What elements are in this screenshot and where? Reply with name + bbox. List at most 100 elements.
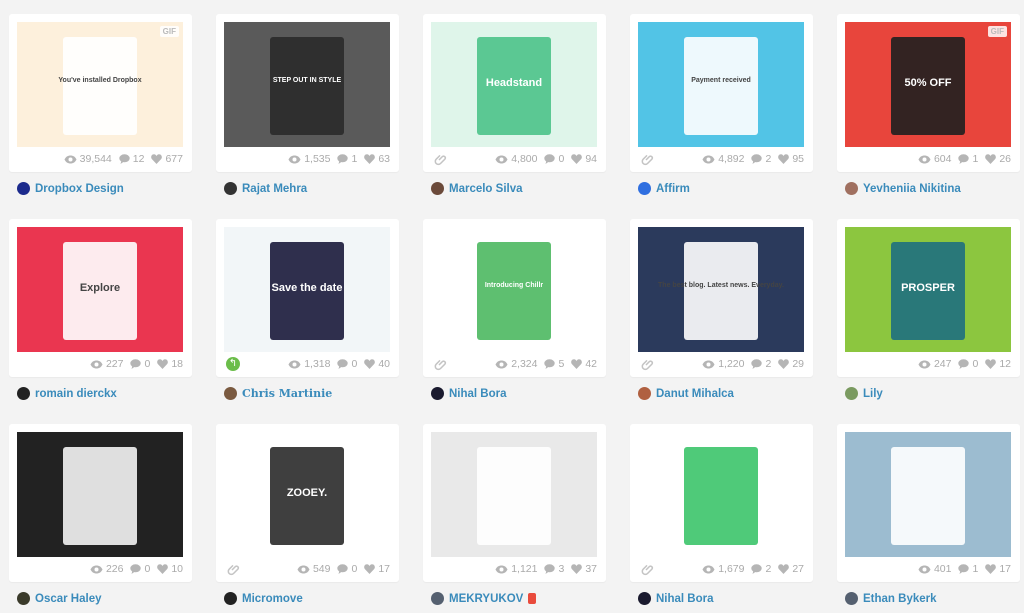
author-name[interactable]: MEKRYUKOV [449,593,523,605]
shot-thumbnail[interactable]: You've installed Dropbox GIF [17,22,183,147]
author-name[interactable]: Affirm [656,183,690,195]
avatar[interactable] [845,182,858,195]
shot-author[interactable]: Lily [837,387,1020,400]
eye-icon [90,360,103,369]
shot-thumbnail[interactable]: Save the date [224,227,390,352]
avatar[interactable] [224,387,237,400]
likes-stat[interactable]: 29 [778,358,804,370]
likes-stat[interactable]: 94 [571,153,597,165]
comments-stat[interactable]: 12 [119,153,144,165]
author-name[interactable]: romain dierckx [35,388,117,400]
shot-author[interactable]: Rajat Mehra [216,182,399,195]
shot-author[interactable]: Ethan Bykerk [837,592,1020,605]
author-name[interactable]: Rajat Mehra [242,183,307,195]
avatar[interactable] [638,387,651,400]
attachment-link-icon[interactable] [640,357,654,376]
likes-stat[interactable]: 10 [157,563,183,575]
likes-stat[interactable]: 95 [778,153,804,165]
avatar[interactable] [431,592,444,605]
author-name[interactable]: Micromove [242,593,303,605]
attachment-link-icon[interactable] [433,357,447,376]
avatar[interactable] [17,387,30,400]
shot-thumbnail[interactable]: ZOOEY. [224,432,390,557]
shot-thumbnail[interactable] [638,432,804,557]
comments-stat[interactable]: 0 [130,358,150,370]
likes-stat[interactable]: 18 [157,358,183,370]
shot-thumbnail[interactable]: The best blog. Latest news. Everyday. [638,227,804,352]
shot-card-body: The best blog. Latest news. Everyday. 1,… [630,219,813,377]
shot-author[interactable]: Marcelo Silva [423,182,606,195]
comments-stat[interactable]: 3 [544,563,564,575]
comments-stat[interactable]: 0 [958,358,978,370]
likes-stat[interactable]: 40 [364,358,390,370]
likes-stat[interactable]: 37 [571,563,597,575]
likes-stat[interactable]: 27 [778,563,804,575]
shot-thumbnail[interactable]: Payment received [638,22,804,147]
shot-thumbnail[interactable]: PROSPER [845,227,1011,352]
shot-thumbnail[interactable] [845,432,1011,557]
author-name[interactable]: Danut Mihalca [656,388,734,400]
comments-stat[interactable]: 2 [751,358,771,370]
attachment-link-icon[interactable] [433,152,447,171]
comments-stat[interactable]: 5 [544,358,564,370]
avatar[interactable] [224,592,237,605]
likes-stat[interactable]: 17 [985,563,1011,575]
attachment-link-icon[interactable] [226,562,240,581]
likes-stat[interactable]: 42 [571,358,597,370]
author-name[interactable]: Lily [863,388,883,400]
shot-author[interactable]: Chris Martinie [216,387,399,400]
avatar[interactable] [431,182,444,195]
avatar[interactable] [17,592,30,605]
avatar[interactable] [224,182,237,195]
shot-author[interactable]: Nihal Bora [423,387,606,400]
avatar[interactable] [845,592,858,605]
avatar[interactable] [638,182,651,195]
author-name[interactable]: Dropbox Design [35,183,124,195]
likes-stat[interactable]: 26 [985,153,1011,165]
shot-author[interactable]: Danut Mihalca [630,387,813,400]
shot-thumbnail[interactable]: Headstand [431,22,597,147]
likes-stat[interactable]: 63 [364,153,390,165]
shot-author[interactable]: Dropbox Design [9,182,192,195]
shot-author[interactable]: romain dierckx [9,387,192,400]
avatar[interactable] [845,387,858,400]
likes-stat[interactable]: 12 [985,358,1011,370]
shot-thumbnail[interactable] [431,432,597,557]
attachment-link-icon[interactable] [640,152,654,171]
shot-author[interactable]: Affirm [630,182,813,195]
avatar[interactable] [431,387,444,400]
avatar[interactable] [638,592,651,605]
author-name[interactable]: Ethan Bykerk [863,593,937,605]
comments-stat[interactable]: 0 [337,358,357,370]
author-name[interactable]: Nihal Bora [449,388,507,400]
rebound-icon[interactable]: ↰ [226,357,240,371]
shot-thumbnail[interactable]: 50% OFF GIF [845,22,1011,147]
comments-stat[interactable]: 0 [337,563,357,575]
likes-stat[interactable]: 677 [151,153,183,165]
shot-thumbnail[interactable]: Introducing Chillr [431,227,597,352]
comments-stat[interactable]: 0 [544,153,564,165]
avatar[interactable] [17,182,30,195]
author-name[interactable]: Yevheniia Nikitina [863,183,961,195]
author-name[interactable]: Marcelo Silva [449,183,523,195]
comments-stat[interactable]: 2 [751,153,771,165]
comments-stat[interactable]: 2 [751,563,771,575]
shot-thumbnail[interactable] [17,432,183,557]
likes-stat[interactable]: 17 [364,563,390,575]
author-name[interactable]: Oscar Haley [35,593,102,605]
shot-thumbnail[interactable]: STEP OUT IN STYLE [224,22,390,147]
attachment-link-icon[interactable] [640,562,654,581]
shot-card: STEP OUT IN STYLE 1,535 1 63 Rajat Mehra [216,14,399,195]
author-name[interactable]: Chris Martinie [242,387,332,400]
comments-stat[interactable]: 1 [958,153,978,165]
shot-author[interactable]: Nihal Bora [630,592,813,605]
comments-stat[interactable]: 0 [130,563,150,575]
shot-thumbnail[interactable]: Explore [17,227,183,352]
comments-stat[interactable]: 1 [337,153,357,165]
shot-author[interactable]: MEKRYUKOV [423,592,606,605]
shot-author[interactable]: Yevheniia Nikitina [837,182,1020,195]
author-name[interactable]: Nihal Bora [656,593,714,605]
comments-stat[interactable]: 1 [958,563,978,575]
shot-author[interactable]: Oscar Haley [9,592,192,605]
shot-author[interactable]: Micromove [216,592,399,605]
